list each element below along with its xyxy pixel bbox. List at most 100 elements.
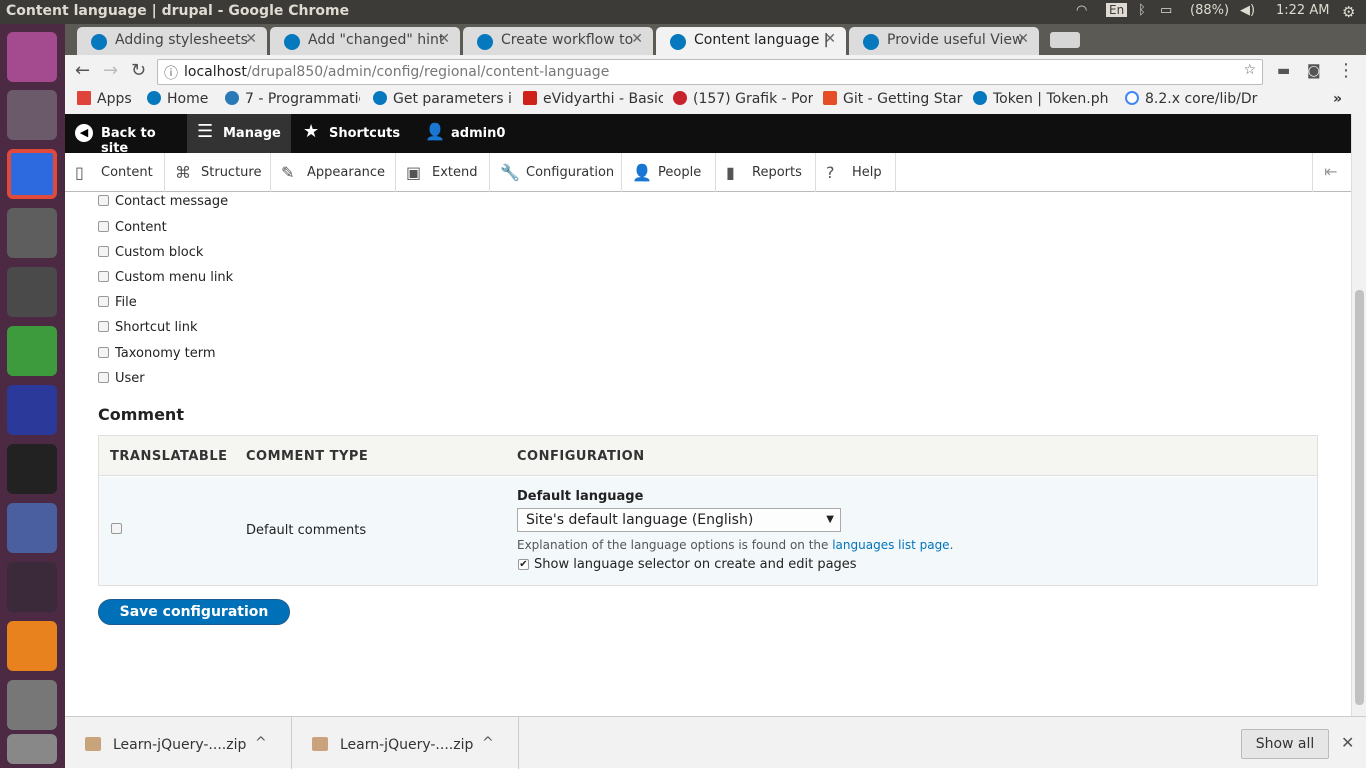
show-all-button[interactable]: Show all <box>1241 729 1329 759</box>
wifi-icon[interactable]: ◠ <box>1076 3 1087 18</box>
close-icon[interactable]: ✕ <box>631 31 643 47</box>
bluetooth-icon[interactable]: ᛒ <box>1138 3 1146 18</box>
browser-tab[interactable]: Create workflow to ✕ <box>463 27 653 55</box>
close-icon[interactable]: ✕ <box>1341 733 1354 752</box>
camera-icon[interactable]: ◙ <box>1307 63 1321 79</box>
menu-icon[interactable]: ⋮ <box>1337 60 1355 81</box>
tray-extend[interactable]: ▣ Extend <box>396 153 490 192</box>
reload-icon[interactable]: ↻ <box>131 60 146 81</box>
entity-checkbox[interactable] <box>98 372 109 383</box>
admin-toolbar: ◀ Back to site ☰ Manage ★ Shortcuts 👤 admin0 <box>65 114 1351 156</box>
save-configuration-button[interactable]: Save configuration <box>98 599 290 625</box>
bookmarks-overflow-icon[interactable]: » <box>1333 91 1342 107</box>
languages-list-link[interactable]: languages list page <box>832 538 949 552</box>
close-icon[interactable]: ✕ <box>245 31 257 47</box>
browser-tab[interactable]: Provide useful View ✕ <box>849 27 1039 55</box>
chrome-icon[interactable] <box>7 149 57 199</box>
sublime-icon[interactable] <box>7 267 57 317</box>
volume-icon[interactable]: ◀) <box>1240 3 1255 18</box>
browser-tab[interactable]: Adding stylesheets ✕ <box>77 27 267 55</box>
zip-file-icon <box>85 737 101 751</box>
drupal-icon <box>284 34 300 50</box>
url-path: /drupal850/admin/config/regional/content… <box>246 64 610 80</box>
entity-checkbox[interactable] <box>98 221 109 232</box>
extension-icon[interactable]: ▬ <box>1277 63 1290 79</box>
youtube-icon <box>523 91 537 105</box>
close-icon[interactable]: ✕ <box>438 31 450 47</box>
orientation-toggle-icon[interactable]: ⇤ <box>1312 153 1351 192</box>
tray-content[interactable]: ▯ Content <box>65 153 165 192</box>
close-icon[interactable]: ✕ <box>824 31 836 47</box>
pinterest-icon <box>673 91 687 105</box>
close-icon[interactable]: ✕ <box>1017 31 1029 47</box>
tray-structure[interactable]: ⌘ Structure <box>165 153 271 192</box>
headphones-icon[interactable] <box>7 562 57 612</box>
bookmark-item[interactable]: Token | Token.ph <box>973 91 1113 107</box>
forward-arrow-icon[interactable]: → <box>103 60 118 81</box>
calc-icon[interactable] <box>7 326 57 376</box>
download-item[interactable]: Learn-jQuery-....zip ^ <box>65 717 292 769</box>
download-item[interactable]: Learn-jQuery-....zip ^ <box>292 717 519 769</box>
user-tab[interactable]: 👤 admin0 <box>409 114 519 153</box>
entity-checkbox[interactable] <box>98 321 109 332</box>
default-language-select[interactable]: Site's default language (English) ▼ <box>517 508 841 532</box>
app-icon[interactable] <box>7 503 57 553</box>
star-icon[interactable]: ☆ <box>1243 62 1256 78</box>
back-to-site-link[interactable]: ◀ Back to site <box>65 114 187 156</box>
bookmark-item[interactable]: 8.2.x core/lib/Dr <box>1125 91 1265 107</box>
gear-icon[interactable]: ⚙ <box>1342 3 1355 21</box>
zip-file-icon <box>312 737 328 751</box>
entity-label: Contact message <box>115 194 229 209</box>
files-icon[interactable] <box>7 208 57 258</box>
tray-reports[interactable]: ▮ Reports <box>716 153 816 192</box>
page-scrollbar[interactable] <box>1351 114 1366 716</box>
bookmark-item[interactable]: 7 - Programmatic <box>225 91 360 107</box>
back-arrow-icon[interactable]: ← <box>75 60 90 81</box>
entity-checkbox[interactable] <box>98 195 109 206</box>
address-bar[interactable]: localhost/drupal850/admin/config/regiona… <box>157 59 1263 85</box>
bookmark-item[interactable]: Git - Getting Star <box>823 91 963 107</box>
tray-people[interactable]: 👤 People <box>622 153 716 192</box>
keyboard-lang-indicator[interactable]: En <box>1106 3 1128 17</box>
vlc-icon[interactable] <box>7 621 57 671</box>
chevron-up-icon[interactable]: ^ <box>482 735 494 751</box>
audacity-icon[interactable] <box>7 385 57 435</box>
manage-tab[interactable]: ☰ Manage <box>187 114 291 153</box>
chevron-up-icon[interactable]: ^ <box>255 735 267 751</box>
settings-icon[interactable] <box>7 90 57 140</box>
printer-icon[interactable] <box>7 680 57 730</box>
entity-checkbox[interactable] <box>98 347 109 358</box>
tab-strip: Adding stylesheets ✕ Add "changed" hint ✕ … <box>65 24 1366 55</box>
bookmark-apps[interactable]: Apps <box>77 91 132 107</box>
shortcuts-tab[interactable]: ★ Shortcuts <box>293 114 407 153</box>
comment-settings-table: TRANSLATABLE COMMENT TYPE CONFIGURATION … <box>98 435 1318 586</box>
scrollbar-thumb[interactable] <box>1355 290 1364 705</box>
tray-configuration[interactable]: 🔧 Configuration <box>490 153 622 192</box>
browser-tab[interactable]: Add "changed" hint ✕ <box>270 27 460 55</box>
entity-checkbox[interactable] <box>98 271 109 282</box>
drupal-icon <box>973 91 987 105</box>
translatable-checkbox[interactable] <box>111 523 122 534</box>
terminal-icon[interactable] <box>7 444 57 494</box>
browser-tab-active[interactable]: Content language | ✕ <box>656 27 846 55</box>
bookmark-item[interactable]: eVidyarthi - Basic <box>523 91 663 107</box>
tray-help[interactable]: ? Help <box>816 153 896 192</box>
entity-checkbox[interactable] <box>98 246 109 257</box>
admin-tray: ▯ Content ⌘ Structure ✎ Appearance ▣ Extend … <box>65 153 1351 192</box>
table-header: TRANSLATABLE COMMENT TYPE CONFIGURATION <box>99 436 1317 476</box>
show-language-selector-checkbox[interactable]: ✔ <box>518 559 529 570</box>
trash-icon[interactable] <box>7 734 57 764</box>
info-icon[interactable]: ⓘ <box>164 63 178 83</box>
battery-icon[interactable]: ▭ <box>1160 3 1172 18</box>
comment-heading: Comment <box>98 405 184 424</box>
clock[interactable]: 1:22 AM <box>1276 3 1329 18</box>
bookmark-item[interactable]: (157) Grafik - Por <box>673 91 813 107</box>
new-tab-button[interactable] <box>1050 32 1080 48</box>
bookmark-item[interactable]: Get parameters i <box>373 91 513 107</box>
ubuntu-dash-icon[interactable] <box>7 32 57 82</box>
entity-checkbox[interactable] <box>98 296 109 307</box>
browser-chrome: Adding stylesheets ✕ Add "changed" hint ✕ … <box>65 24 1366 114</box>
bookmark-home[interactable]: Home <box>147 91 208 107</box>
column-header: TRANSLATABLE <box>110 449 228 464</box>
tray-appearance[interactable]: ✎ Appearance <box>271 153 396 192</box>
